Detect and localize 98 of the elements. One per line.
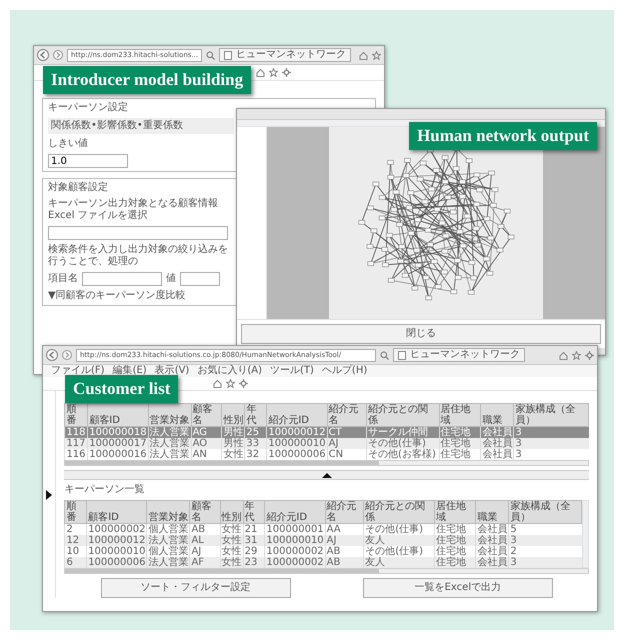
table-cell: 会社員 — [476, 535, 509, 546]
table-cell: AB — [325, 557, 364, 568]
table-cell: 会社員 — [476, 557, 509, 568]
table-cell: 31 — [243, 535, 265, 546]
field-label: 値 — [166, 273, 176, 285]
column-header[interactable]: 居住地域 — [434, 500, 476, 524]
caption-label: Customer list — [65, 375, 178, 403]
column-header[interactable]: 紹介元ID — [264, 500, 326, 524]
table-cell: 117 — [64, 438, 88, 449]
table-cell: 男性 — [222, 438, 245, 449]
menu-item[interactable]: お気に入り(A) — [197, 365, 262, 377]
table-cell: 住宅地 — [439, 426, 481, 438]
caption-label: Introducer model building — [43, 66, 252, 94]
column-header[interactable]: 紹介元名 — [325, 500, 364, 524]
table-cell: 法人営業 — [146, 535, 190, 546]
table-cell: 3 — [514, 438, 588, 449]
table-cell: AF — [190, 557, 220, 568]
browser-tab[interactable]: ヒューマンネットワーク — [219, 48, 352, 62]
table-cell: 100000006 — [86, 557, 147, 568]
column-header[interactable]: 性別 — [222, 404, 245, 426]
table-cell: 住宅地 — [439, 438, 481, 449]
table-cell: 100000012 — [86, 535, 147, 546]
section-title: 対象顧客設定 — [48, 182, 109, 194]
table-cell: 100000010 — [264, 535, 326, 546]
table-cell: 12 — [64, 535, 87, 546]
instruction-text: キーパーソン出力対象となる顧客情報 Excel ファイルを選択 — [48, 198, 219, 222]
table-cell: 100000017 — [88, 438, 148, 449]
action-button[interactable]: ソート・フィルター設定 — [100, 578, 291, 598]
field-label: しきい値 — [48, 138, 89, 150]
menu-item[interactable]: ツール(T) — [270, 365, 314, 377]
table-cell: 118 — [64, 426, 88, 438]
column-header[interactable]: 顧客名 — [190, 500, 220, 524]
table-cell: 会社員 — [480, 426, 514, 438]
table-cell: 女性 — [220, 557, 244, 568]
table-cell: 3 — [508, 557, 582, 568]
column-header[interactable]: 顧客ID — [88, 404, 148, 426]
table-cell: 100000012 — [266, 426, 328, 438]
column-header[interactable]: 職業 — [476, 500, 509, 524]
column-header[interactable]: 紹介元との関係 — [366, 404, 440, 426]
table-cell: 法人営業 — [148, 438, 192, 449]
column-header[interactable]: 紹介元名 — [327, 404, 367, 426]
table-cell: 3 — [508, 535, 582, 546]
table-cell: AJ — [325, 535, 364, 546]
table-cell: 25 — [244, 426, 267, 438]
close-button[interactable]: 閉じる — [241, 324, 601, 344]
column-header[interactable]: 順番 — [64, 404, 88, 426]
column-header[interactable]: 職業 — [480, 404, 514, 426]
column-header[interactable]: 年代 — [244, 404, 267, 426]
column-header[interactable]: 顧客名 — [191, 404, 222, 426]
column-header[interactable]: 家族構成（全員） — [514, 404, 588, 426]
section-title: キーパーソン一覧 — [64, 484, 146, 496]
column-header[interactable]: 性別 — [220, 500, 244, 524]
table-cell: 23 — [243, 557, 265, 568]
table-row[interactable]: 12 100000012 法人営業 AL 女性 31 100000010 AJ 友人 住宅地 会社員 3 — [64, 535, 582, 546]
table-cell: AL — [190, 535, 220, 546]
table-cell: 友人 — [364, 535, 435, 546]
table-cell: 6 — [64, 557, 87, 568]
table-cell: 住宅地 — [434, 535, 476, 546]
table-cell: 法人営業 — [148, 426, 192, 438]
table-cell: 住宅地 — [434, 557, 476, 568]
table-cell: AO — [191, 438, 222, 449]
column-header[interactable]: 営業対象 — [148, 404, 192, 426]
menu-item[interactable]: 編集(E) — [112, 365, 147, 377]
column-header[interactable]: 家族構成（全員） — [508, 500, 582, 524]
table-cell: 100000018 — [88, 426, 148, 438]
section-title: キーパーソン設定 — [48, 102, 129, 114]
table-cell: サークル仲間 — [366, 426, 440, 438]
table-cell: 100000010 — [266, 438, 328, 449]
coefficient-row: 関係係数•影響係数•重要係数 — [48, 118, 234, 134]
table-cell: その他(仕事) — [366, 438, 440, 449]
compare-toggle[interactable]: ▼同顧客のキーパーソン度比較 — [48, 290, 186, 302]
column-header[interactable]: 紹介元ID — [266, 404, 328, 426]
column-header[interactable]: 順番 — [64, 500, 87, 524]
browser-tab[interactable]: ヒューマンネットワーク — [393, 348, 525, 362]
table-cell: 女性 — [220, 535, 244, 546]
threshold-field[interactable]: 1.0 — [48, 154, 128, 168]
table-cell: 33 — [244, 438, 267, 449]
menu-item[interactable]: ファイル(F) — [51, 365, 105, 377]
table-cell: AJ — [327, 438, 367, 449]
table-cell: 男性 — [222, 426, 245, 438]
tab-title: ヒューマンネットワーク — [236, 49, 346, 61]
column-header[interactable]: 年代 — [243, 500, 265, 524]
column-header[interactable]: 居住地域 — [439, 404, 481, 426]
table-cell: 法人営業 — [146, 557, 190, 568]
table-cell: 友人 — [364, 557, 435, 568]
instruction-text: 検索条件を入力し出力対象の絞り込みを行うことで、処理の — [48, 244, 229, 268]
table-row[interactable]: 117 100000017 法人営業 AO 男性 33 100000010 AJ その他(仕事) 住宅地 会社員 3 — [64, 438, 588, 449]
table-cell: 3 — [514, 426, 588, 438]
column-header[interactable]: 紹介元との関係 — [364, 500, 435, 524]
table-cell: 100000002 — [264, 557, 326, 568]
table-cell: 会社員 — [480, 438, 514, 449]
tab-title: ヒューマンネットワーク — [410, 349, 520, 361]
menu-item[interactable]: 表示(V) — [154, 365, 190, 377]
column-header[interactable]: 営業対象 — [146, 500, 190, 524]
action-button[interactable]: 一覧をExcelで出力 — [362, 578, 553, 598]
column-header[interactable]: 顧客ID — [86, 500, 147, 524]
menu-item[interactable]: ヘルプ(H) — [322, 365, 368, 377]
field-label: 項目名 — [48, 273, 78, 285]
